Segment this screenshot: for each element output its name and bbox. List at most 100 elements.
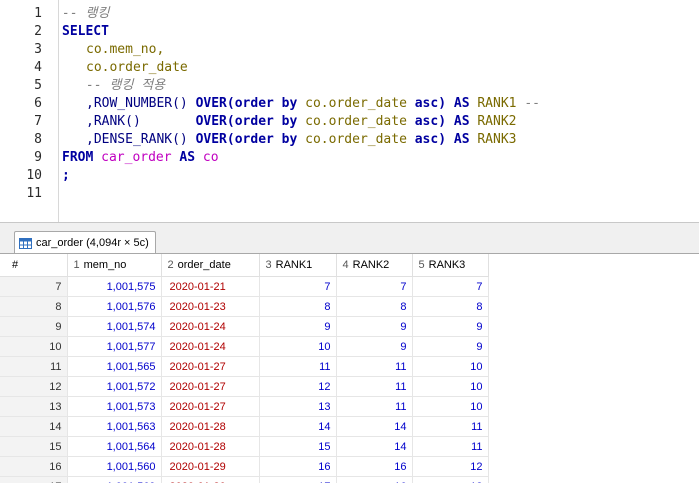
table-cell[interactable]: 12 (412, 456, 489, 477)
table-cell[interactable]: 1,001,572 (67, 376, 162, 397)
column-header[interactable]: 5 RANK3 (412, 254, 489, 277)
table-cell[interactable]: 1,001,575 (67, 276, 162, 297)
row-number-cell[interactable]: 10 (0, 336, 68, 357)
table-cell[interactable]: 1,001,574 (67, 316, 162, 337)
table-cell[interactable]: 11 (336, 356, 413, 377)
table-row[interactable]: 8 1,001,576 2020-01-23 8 8 8 (0, 296, 489, 317)
table-cell[interactable]: 11 (336, 396, 413, 417)
result-table: #1 mem_no 2 order_date 3 RANK1 4 RANK2 5 RANK3 71… (0, 254, 489, 483)
table-cell[interactable]: 1,001,577 (67, 336, 162, 357)
table-cell[interactable]: 2020-01-21 (161, 276, 260, 297)
column-header[interactable]: 1 mem_no (67, 254, 162, 277)
table-cell[interactable]: 2020-01-28 (161, 436, 260, 457)
table-cell[interactable]: 14 (336, 436, 413, 457)
table-cell[interactable]: 7 (259, 276, 337, 297)
table-cell[interactable]: 9 (336, 336, 413, 357)
column-header-rownum[interactable]: # (0, 254, 68, 277)
table-row[interactable]: 12 1,001,572 2020-01-27 12 11 10 (0, 376, 489, 397)
table-cell[interactable]: 1,001,563 (67, 416, 162, 437)
table-cell[interactable]: 11 (336, 376, 413, 397)
table-cell[interactable]: 9 (412, 336, 489, 357)
table-cell[interactable]: 2020-01-30 (161, 476, 260, 483)
table-cell[interactable]: 12 (259, 376, 337, 397)
tab-label: car_order (4,094r × 5c) (36, 237, 149, 249)
table-cell[interactable]: 9 (412, 316, 489, 337)
column-header[interactable]: 2 order_date (161, 254, 260, 277)
table-cell[interactable]: 8 (412, 296, 489, 317)
line-number: 7 (34, 114, 42, 129)
table-cell[interactable]: 1,001,573 (67, 396, 162, 417)
table-cell[interactable]: 2020-01-27 (161, 396, 260, 417)
table-cell[interactable]: 10 (412, 356, 489, 377)
table-cell[interactable]: 16 (336, 456, 413, 477)
table-cell[interactable]: 7 (336, 276, 413, 297)
table-cell[interactable]: 1,001,564 (67, 436, 162, 457)
table-row[interactable]: 7 1,001,575 2020-01-21 7 7 7 (0, 276, 489, 297)
row-number-cell[interactable]: 16 (0, 456, 68, 477)
table-cell[interactable]: 14 (336, 416, 413, 437)
table-cell[interactable]: 7 (412, 276, 489, 297)
table-cell[interactable]: 8 (259, 296, 337, 317)
table-cell[interactable]: 15 (259, 436, 337, 457)
code-line-6: ,ROW_NUMBER() OVER(order by co.order_dat… (86, 95, 540, 113)
row-number-cell[interactable]: 9 (0, 316, 68, 337)
line-number: 5 (34, 78, 42, 93)
table-cell[interactable]: 1,001,576 (67, 296, 162, 317)
keyword: asc) AS (414, 96, 478, 111)
row-number-cell[interactable]: 7 (0, 276, 68, 297)
column-index: 5 (418, 259, 425, 271)
table-cell[interactable]: 11 (259, 356, 337, 377)
column-index: 4 (342, 259, 349, 271)
column-ref: co.mem_no, (86, 42, 165, 57)
table-cell[interactable]: 10 (412, 376, 489, 397)
column-header[interactable]: 3 RANK1 (259, 254, 337, 277)
table-cell[interactable]: 2020-01-24 (161, 316, 260, 337)
table-row[interactable]: 16 1,001,560 2020-01-29 16 16 12 (0, 456, 489, 477)
table-cell[interactable]: 2020-01-29 (161, 456, 260, 477)
keyword: asc) AS (414, 132, 478, 147)
column-name: RANK3 (428, 259, 466, 271)
table-row[interactable]: 15 1,001,564 2020-01-28 15 14 11 (0, 436, 489, 457)
table-cell[interactable]: 10 (412, 396, 489, 417)
row-number-cell[interactable]: 14 (0, 416, 68, 437)
table-row[interactable]: 13 1,001,573 2020-01-27 13 11 10 (0, 396, 489, 417)
row-number-cell[interactable]: 11 (0, 356, 68, 377)
code-line-7: ,RANK() OVER(order by co.order_date asc)… (86, 113, 517, 131)
table-cell[interactable]: 10 (259, 336, 337, 357)
table-cell[interactable]: 13 (259, 396, 337, 417)
result-tab-car-order[interactable]: car_order (4,094r × 5c) (14, 231, 156, 254)
table-row[interactable]: 171,001,5692020-01-30171613 (0, 476, 489, 483)
table-row[interactable]: 14 1,001,563 2020-01-28 14 14 11 (0, 416, 489, 437)
result-grid[interactable]: #1 mem_no 2 order_date 3 RANK1 4 RANK2 5 RANK3 71… (0, 254, 699, 483)
sql-editor[interactable]: 1 2 3 4 5 6 7 8 9 10 11 -- 랭킹 SELECT co.mem_no, co… (0, 0, 699, 223)
table-cell[interactable]: 13 (412, 476, 489, 483)
table-cell[interactable]: 17 (259, 476, 337, 483)
row-number-cell[interactable]: 12 (0, 376, 68, 397)
row-number-cell[interactable]: 8 (0, 296, 68, 317)
row-number-cell[interactable]: 13 (0, 396, 68, 417)
table-cell[interactable]: 2020-01-28 (161, 416, 260, 437)
table-row[interactable]: 9 1,001,574 2020-01-24 9 9 9 (0, 316, 489, 337)
table-icon (19, 237, 32, 249)
table-cell[interactable]: 2020-01-24 (161, 336, 260, 357)
table-cell[interactable]: 2020-01-27 (161, 376, 260, 397)
table-cell[interactable]: 1,001,569 (67, 476, 162, 483)
row-number-cell[interactable]: 15 (0, 436, 68, 457)
table-cell[interactable]: 1,001,560 (67, 456, 162, 477)
table-row[interactable]: 11 1,001,565 2020-01-27 11 11 10 (0, 356, 489, 377)
table-cell[interactable]: 16 (336, 476, 413, 483)
table-cell[interactable]: 9 (336, 316, 413, 337)
table-cell[interactable]: 11 (412, 436, 489, 457)
column-ref: co.order_date (305, 96, 415, 111)
row-number-cell[interactable]: 17 (0, 476, 68, 483)
table-cell[interactable]: 2020-01-27 (161, 356, 260, 377)
table-cell[interactable]: 14 (259, 416, 337, 437)
column-header[interactable]: 4 RANK2 (336, 254, 413, 277)
table-cell[interactable]: 8 (336, 296, 413, 317)
table-cell[interactable]: 2020-01-23 (161, 296, 260, 317)
table-cell[interactable]: 11 (412, 416, 489, 437)
table-cell[interactable]: 1,001,565 (67, 356, 162, 377)
table-cell[interactable]: 9 (259, 316, 337, 337)
table-row[interactable]: 10 1,001,577 2020-01-24 10 9 9 (0, 336, 489, 357)
table-cell[interactable]: 16 (259, 456, 337, 477)
